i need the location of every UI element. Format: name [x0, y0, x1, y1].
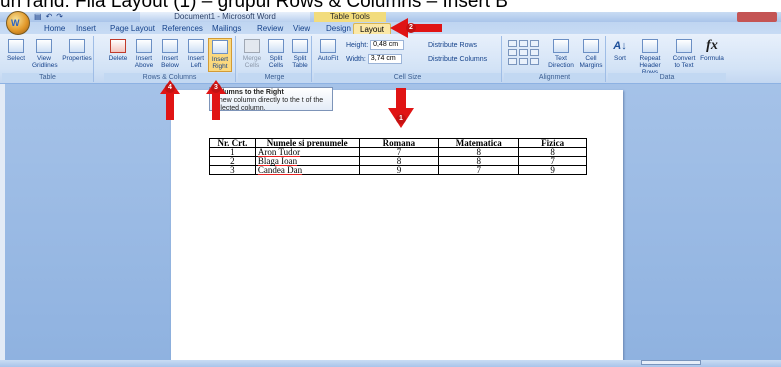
split-table-button[interactable]: Split Table: [288, 38, 312, 72]
tab-layout[interactable]: Layout: [353, 23, 392, 34]
delete-button[interactable]: Delete: [106, 38, 130, 72]
vertical-ruler: [0, 84, 5, 360]
table-cell[interactable]: 9: [358, 165, 440, 175]
save-icon[interactable]: ▤: [34, 12, 42, 22]
insert-right-tooltip: Columns to the Right a new column direct…: [209, 87, 333, 112]
gridlines-icon: [36, 39, 52, 53]
group-label-data: Data: [608, 73, 726, 82]
ribbon: Select View Gridlines Properties Table D…: [0, 34, 781, 84]
width-field: Width: 3,74 cm: [346, 54, 402, 65]
select-button[interactable]: Select: [4, 38, 28, 72]
width-label: Width:: [346, 56, 366, 63]
cell-alignment-grid[interactable]: [508, 40, 539, 65]
cell-margins-icon: [583, 39, 599, 53]
tab-review[interactable]: Review: [251, 23, 289, 34]
tab-design[interactable]: Design: [320, 23, 357, 34]
window-title: Document1 - Microsoft Word: [140, 12, 310, 22]
redo-icon[interactable]: ↷: [56, 12, 63, 22]
annotation-badge-1: 1: [396, 114, 406, 124]
table-cell[interactable]: Candea Dan: [254, 165, 360, 175]
tab-page-layout[interactable]: Page Layout: [104, 23, 161, 34]
zoom-slider[interactable]: [641, 360, 701, 365]
tab-view[interactable]: View: [287, 23, 316, 34]
table-row: 3 Candea Dan 9 7 9: [209, 165, 587, 175]
insert-right-button[interactable]: Insert Right: [208, 38, 232, 72]
view-gridlines-button[interactable]: View Gridlines: [32, 38, 58, 72]
document-page[interactable]: [171, 90, 623, 362]
insert-left-button[interactable]: Insert Left: [184, 38, 208, 72]
width-input[interactable]: 3,74 cm: [367, 54, 402, 65]
properties-icon: [69, 39, 85, 53]
annotation-badge-3: 3: [211, 83, 221, 93]
group-label-alignment: Alignment: [504, 73, 605, 82]
text-direction-icon: [553, 39, 569, 53]
properties-button[interactable]: Properties: [62, 38, 92, 72]
insert-above-icon: [136, 39, 152, 53]
undo-icon[interactable]: ↶: [46, 12, 53, 22]
split-table-icon: [292, 39, 308, 53]
height-input[interactable]: 0,48 cm: [370, 40, 405, 51]
sort-icon: A↓: [613, 40, 627, 52]
formula-button[interactable]: fx Formula: [700, 38, 724, 72]
distribute-columns-button[interactable]: Distribute Columns: [428, 54, 487, 65]
group-merge: Merge Cells Split Cells Split Table Merg…: [238, 36, 312, 82]
insert-below-icon: [162, 39, 178, 53]
status-bar: [0, 360, 781, 367]
quick-access-toolbar: ▤ ↶ ↷: [34, 12, 63, 22]
tooltip-body: a new column directly to the t of the se…: [213, 97, 324, 112]
merge-cells-icon: [244, 39, 260, 53]
merge-cells-button[interactable]: Merge Cells: [240, 38, 264, 72]
height-field: Height: 0,48 cm: [346, 40, 405, 51]
height-label: Height:: [346, 42, 369, 49]
delete-table-icon: [110, 39, 126, 53]
table-cell[interactable]: 9: [518, 165, 587, 175]
split-cells-button[interactable]: Split Cells: [264, 38, 288, 72]
group-label-merge: Merge: [238, 73, 311, 82]
insert-above-button[interactable]: Insert Above: [132, 38, 156, 72]
annotation-badge-4: 4: [165, 83, 175, 93]
insert-right-icon: [212, 40, 228, 54]
distribute-rows-button[interactable]: Distribute Rows: [428, 40, 477, 51]
group-table: Select View Gridlines Properties Table: [2, 36, 94, 82]
tab-references[interactable]: References: [156, 23, 209, 34]
tutorial-caption: un rand: Fila Layout (1) – grupul Rows &…: [0, 0, 781, 12]
annotation-badge-2: 2: [406, 23, 416, 33]
convert-to-text-icon: [676, 39, 692, 53]
group-data: A↓Sort Repeat Header Rows Convert to Tex…: [608, 36, 726, 82]
table-tools-label: Table Tools: [314, 12, 386, 22]
tab-home[interactable]: Home: [38, 23, 71, 34]
repeat-header-icon: [642, 39, 658, 53]
split-cells-icon: [268, 39, 284, 53]
office-button[interactable]: W: [6, 11, 30, 35]
arrow-left-icon: [390, 18, 442, 38]
text-direction-button[interactable]: Text Direction: [548, 38, 574, 72]
sort-button[interactable]: A↓ Sort: [608, 38, 632, 72]
window-controls[interactable]: [737, 12, 777, 22]
table-cell[interactable]: 7: [438, 165, 520, 175]
group-cell-size: AutoFit Height: 0,48 cm Width: 3,74 cm D…: [314, 36, 502, 82]
repeat-header-rows-button[interactable]: Repeat Header Rows: [634, 38, 666, 76]
group-label-cell-size: Cell Size: [314, 73, 501, 82]
group-alignment: Text Direction Cell Margins Alignment: [504, 36, 606, 82]
tab-mailings[interactable]: Mailings: [206, 23, 247, 34]
insert-below-button[interactable]: Insert Below: [158, 38, 182, 72]
autofit-icon: [320, 39, 336, 53]
convert-to-text-button[interactable]: Convert to Text: [670, 38, 698, 72]
autofit-button[interactable]: AutoFit: [316, 38, 340, 72]
grades-table[interactable]: Nr. Crt. Numele si prenumele Romana Mate…: [209, 138, 587, 175]
group-rows-columns: Delete Insert Above Insert Below Insert …: [104, 36, 236, 82]
cell-margins-button[interactable]: Cell Margins: [578, 38, 604, 72]
tab-insert[interactable]: Insert: [70, 23, 102, 34]
formula-icon: fx: [706, 38, 718, 53]
select-icon: [8, 39, 24, 53]
insert-left-icon: [188, 39, 204, 53]
group-label-table: Table: [2, 73, 93, 82]
table-cell[interactable]: 3: [209, 165, 256, 175]
